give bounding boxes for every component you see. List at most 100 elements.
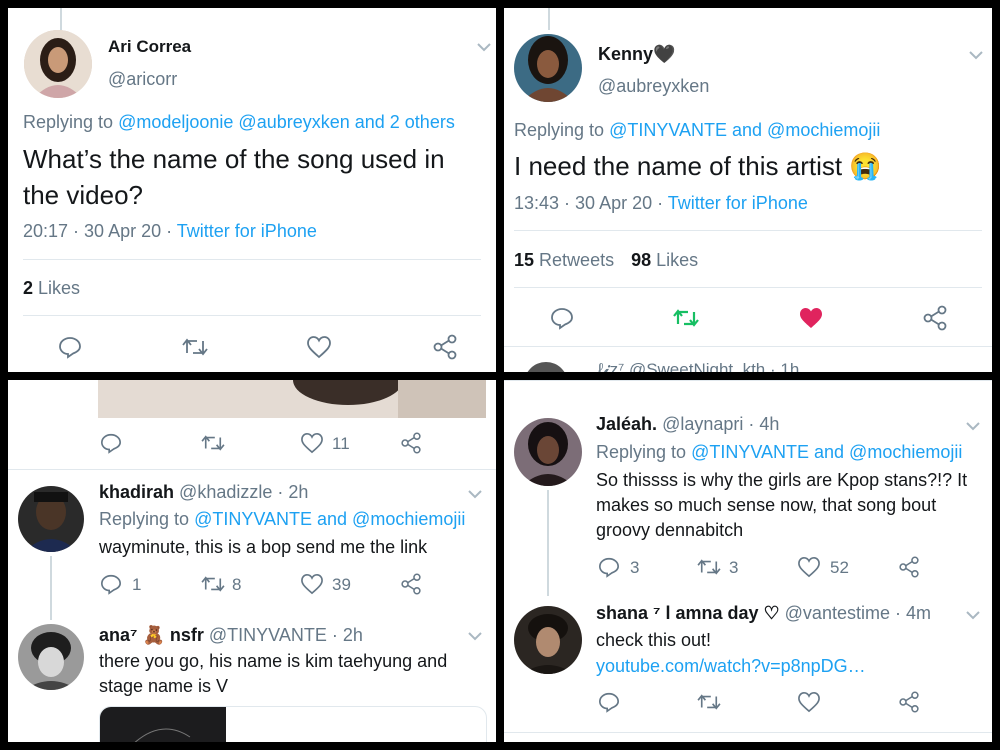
retweets-count: 15 xyxy=(514,250,535,270)
divider xyxy=(514,230,982,231)
reply-count: 3 xyxy=(630,558,640,577)
retweet-icon-active[interactable] xyxy=(672,307,700,329)
thread-line xyxy=(547,490,549,596)
chevron-down-icon[interactable] xyxy=(966,422,980,431)
next-tweet-header-partial: ℓ𝓲z⁷ @SweetNight_kth · 1h xyxy=(598,360,800,372)
like-icon[interactable] xyxy=(797,556,821,578)
avatar[interactable] xyxy=(18,624,84,690)
thread-line xyxy=(50,556,52,620)
tweet-text-line1: there you go, his name is kim taehyung a… xyxy=(99,651,448,671)
display-name[interactable]: Kenny🖤 xyxy=(598,44,675,65)
display-name[interactable]: Ari Correa xyxy=(108,37,191,57)
retweet-icon[interactable] xyxy=(200,574,226,594)
tweet-source[interactable]: Twitter for iPhone xyxy=(668,193,808,213)
divider xyxy=(504,380,992,381)
tweet-timestamp: 20:17 · 30 Apr 20 · xyxy=(23,221,173,241)
likes-stat[interactable]: 2 Likes xyxy=(23,278,80,299)
chevron-down-icon[interactable] xyxy=(468,490,482,499)
tweet-header: shana ⁷ l amna day ♡ @vantestime · 4m xyxy=(596,603,931,624)
reply-to-users[interactable]: @TINYVANTE and @mochiemojii xyxy=(691,442,962,462)
retweet-count: 8 xyxy=(232,575,242,594)
panel-ari-correa-tweet: Ari Correa @aricorr Replying to @modeljo… xyxy=(8,8,496,372)
share-icon[interactable] xyxy=(898,556,920,578)
like-icon[interactable] xyxy=(306,335,332,359)
like-count: 52 xyxy=(830,558,849,577)
share-icon[interactable] xyxy=(400,573,422,595)
chevron-down-icon[interactable] xyxy=(477,43,491,52)
tweet-text-line1: So thissss is why the girls are Kpop sta… xyxy=(596,470,968,490)
chevron-down-icon[interactable] xyxy=(969,51,983,60)
retweet-icon[interactable] xyxy=(200,433,226,453)
thread-line xyxy=(60,8,62,30)
user-handle[interactable]: @vantestime · 4m xyxy=(785,603,931,623)
tweet-meta: 20:17 · 30 Apr 20 · Twitter for iPhone xyxy=(23,221,317,242)
share-icon[interactable] xyxy=(922,305,948,331)
tweet-header: Jaléah. @laynapri · 4h xyxy=(596,414,779,435)
panel-replies-thread: 11 khadirah @khadizzle · 2h Replying to … xyxy=(8,380,496,742)
reply-context: Replying to @modeljoonie @aubreyxken and… xyxy=(23,112,455,133)
tweet-header: ana⁷ 🧸 nsfr @TINYVANTE · 2h xyxy=(99,625,363,646)
tweet-source[interactable]: Twitter for iPhone xyxy=(177,221,317,241)
link-card-partial[interactable] xyxy=(99,706,487,742)
retweet-icon[interactable] xyxy=(181,336,209,358)
share-icon[interactable] xyxy=(898,691,920,713)
like-icon[interactable] xyxy=(300,432,324,454)
retweets-label: Retweets xyxy=(539,250,615,270)
tweet-timestamp: 13:43 · 30 Apr 20 · xyxy=(514,193,664,213)
tweet-link[interactable]: youtube.com/watch?v=p8npDG… xyxy=(596,656,866,677)
like-icon[interactable] xyxy=(300,573,324,595)
avatar[interactable] xyxy=(514,606,582,674)
retweets-stat[interactable]: 15 Retweets xyxy=(514,250,614,270)
reply-context: Replying to @TINYVANTE and @mochiemojii xyxy=(99,509,465,530)
avatar[interactable] xyxy=(514,418,582,486)
reply-to-users[interactable]: @TINYVANTE and @mochiemojii xyxy=(609,120,880,140)
user-handle[interactable]: @laynapri · 4h xyxy=(662,414,779,434)
avatar-partial[interactable] xyxy=(524,362,568,372)
chevron-down-icon[interactable] xyxy=(468,632,482,641)
engagement-stats: 15 Retweets 98 Likes xyxy=(514,250,698,271)
user-handle[interactable]: @TINYVANTE · 2h xyxy=(209,625,363,645)
reply-icon[interactable] xyxy=(598,556,620,578)
display-name[interactable]: shana ⁷ l amna day ♡ xyxy=(596,603,780,623)
tweet-text-line2: stage name is V xyxy=(99,676,229,696)
avatar[interactable] xyxy=(514,34,582,102)
reply-prefix: Replying to xyxy=(596,442,687,462)
display-name[interactable]: khadirah xyxy=(99,482,174,502)
likes-count: 98 xyxy=(631,250,652,270)
reply-icon[interactable] xyxy=(550,306,574,330)
reply-to-users[interactable]: @modeljoonie @aubreyxken and 2 others xyxy=(118,112,455,132)
panel-kenny-tweet: Kenny🖤 @aubreyxken Replying to @TINYVANT… xyxy=(504,8,992,372)
like-icon[interactable] xyxy=(797,691,821,713)
avatar[interactable] xyxy=(24,30,92,98)
reply-icon[interactable] xyxy=(58,335,82,359)
retweet-count: 3 xyxy=(729,558,739,577)
tweet-text: check this out! xyxy=(596,630,712,650)
panel-replies-thread-2: Jaléah. @laynapri · 4h Replying to @TINY… xyxy=(504,380,992,742)
reply-icon[interactable] xyxy=(100,573,122,595)
tweet-text-line2: makes so much sense now, that song bout xyxy=(596,495,937,515)
retweet-icon[interactable] xyxy=(696,692,722,712)
tweet-text-line3: groovy dennabitch xyxy=(596,520,744,540)
reply-icon[interactable] xyxy=(100,432,122,454)
reply-icon[interactable] xyxy=(598,691,620,713)
reply-context: Replying to @TINYVANTE and @mochiemojii xyxy=(514,120,880,141)
tweet-text: wayminute, this is a bop send me the lin… xyxy=(99,537,428,557)
retweet-icon[interactable] xyxy=(696,557,722,577)
likes-stat[interactable]: 98 Likes xyxy=(631,250,698,270)
display-name[interactable]: ana⁷ 🧸 nsfr xyxy=(99,625,204,645)
reply-prefix: Replying to xyxy=(99,509,190,529)
user-handle[interactable]: @aubreyxken xyxy=(598,76,709,97)
media-preview-partial[interactable] xyxy=(98,380,486,418)
divider xyxy=(514,287,982,288)
like-icon-active[interactable] xyxy=(798,306,824,330)
display-name[interactable]: Jaléah. xyxy=(596,414,657,434)
share-icon[interactable] xyxy=(400,432,422,454)
reply-to-users[interactable]: @TINYVANTE and @mochiemojii xyxy=(194,509,465,529)
user-handle[interactable]: @khadizzle · 2h xyxy=(179,482,308,502)
avatar[interactable] xyxy=(18,486,84,552)
user-handle[interactable]: @aricorr xyxy=(108,69,177,90)
divider xyxy=(8,469,496,470)
divider xyxy=(504,732,992,733)
chevron-down-icon[interactable] xyxy=(966,611,980,620)
share-icon[interactable] xyxy=(432,334,458,360)
